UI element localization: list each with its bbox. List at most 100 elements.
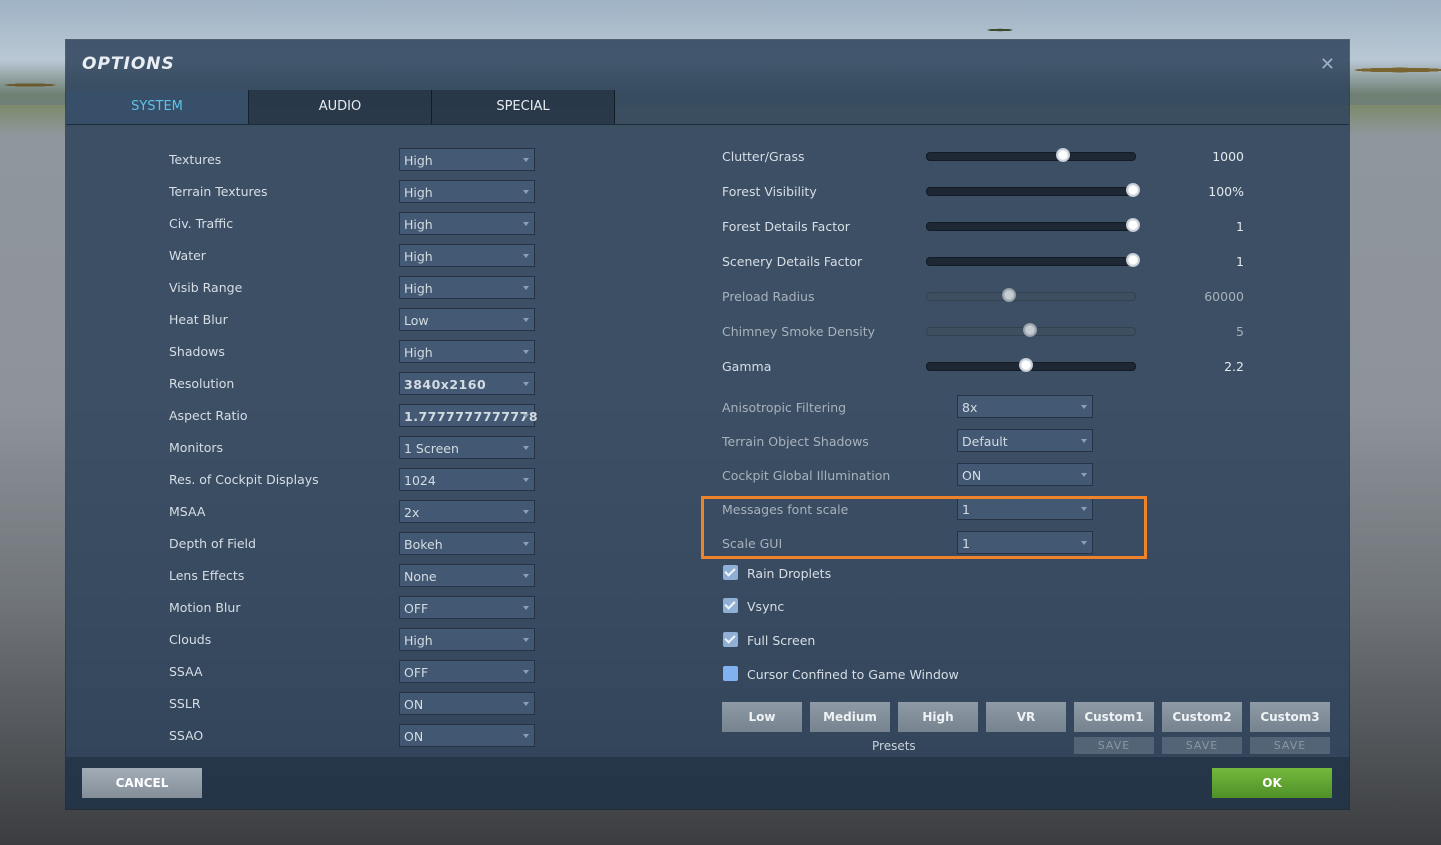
chevron-down-icon xyxy=(523,702,529,706)
setting-select-civ-traffic[interactable]: High xyxy=(399,212,535,235)
setting-label-ssao: SSAO xyxy=(169,728,204,743)
setting-select-visib-range[interactable]: High xyxy=(399,276,535,299)
slider-knob[interactable] xyxy=(1126,218,1140,232)
chevron-down-icon xyxy=(1081,439,1087,443)
setting-select-terrain-object-shadows[interactable]: Default xyxy=(957,429,1093,452)
setting-select-monitors[interactable]: 1 Screen xyxy=(399,436,535,459)
select-value: 1024 xyxy=(404,473,436,488)
chevron-down-icon xyxy=(523,190,529,194)
slider-scenery-details-factor[interactable] xyxy=(926,253,1140,267)
slider-knob[interactable] xyxy=(1056,148,1070,162)
chevron-down-icon xyxy=(523,510,529,514)
preset-low-button[interactable]: Low xyxy=(722,702,802,732)
preset-medium-button[interactable]: Medium xyxy=(810,702,890,732)
setting-select-depth-of-field[interactable]: Bokeh xyxy=(399,532,535,555)
close-icon[interactable]: ✕ xyxy=(1320,54,1335,75)
setting-label-anisotropic-filtering: Anisotropic Filtering xyxy=(722,400,847,415)
slider-preload-radius[interactable] xyxy=(926,288,1136,302)
slider-clutter-grass[interactable] xyxy=(926,148,1136,162)
setting-label-water: Water xyxy=(169,248,206,263)
save-custom3-button[interactable]: SAVE xyxy=(1250,737,1330,754)
setting-select-shadows[interactable]: High xyxy=(399,340,535,363)
save-custom2-button[interactable]: SAVE xyxy=(1162,737,1242,754)
chevron-down-icon xyxy=(523,350,529,354)
chevron-down-icon xyxy=(523,606,529,610)
setting-select-terrain-textures[interactable]: High xyxy=(399,180,535,203)
checkbox-vsync[interactable] xyxy=(723,598,738,613)
slider-gamma[interactable] xyxy=(926,358,1136,372)
setting-select-ssaa[interactable]: OFF xyxy=(399,660,535,683)
setting-select-motion-blur[interactable]: OFF xyxy=(399,596,535,619)
select-value: Bokeh xyxy=(404,537,443,552)
setting-label-cockpit-global-illumination: Cockpit Global Illumination xyxy=(722,468,891,483)
slider-label-clutter-grass: Clutter/Grass xyxy=(722,149,805,164)
select-value: High xyxy=(404,249,433,264)
checkbox-cursor-confined-to-game-window[interactable] xyxy=(723,666,738,681)
slider-chimney-smoke-density[interactable] xyxy=(926,323,1136,337)
setting-select-sslr[interactable]: ON xyxy=(399,692,535,715)
setting-select-anisotropic-filtering[interactable]: 8x xyxy=(957,395,1093,418)
preset-vr-button[interactable]: VR xyxy=(986,702,1066,732)
slider-knob[interactable] xyxy=(1002,288,1016,302)
checkbox-full-screen[interactable] xyxy=(723,632,738,647)
setting-select-ssao[interactable]: ON xyxy=(399,724,535,747)
slider-label-preload-radius: Preload Radius xyxy=(722,289,815,304)
chevron-down-icon xyxy=(523,670,529,674)
slider-label-forest-details-factor: Forest Details Factor xyxy=(722,219,850,234)
preset-high-button[interactable]: High xyxy=(898,702,978,732)
slider-knob[interactable] xyxy=(1126,183,1140,197)
select-value: OFF xyxy=(404,601,429,616)
chevron-down-icon xyxy=(523,158,529,162)
select-value: ON xyxy=(404,697,424,712)
setting-label-msaa: MSAA xyxy=(169,504,206,519)
setting-label-lens-effects: Lens Effects xyxy=(169,568,245,583)
preset-custom3-button[interactable]: Custom3 xyxy=(1250,702,1330,732)
setting-select-water[interactable]: High xyxy=(399,244,535,267)
tab-system[interactable]: SYSTEM xyxy=(66,90,249,124)
select-value: High xyxy=(404,633,433,648)
preset-custom1-button[interactable]: Custom1 xyxy=(1074,702,1154,732)
checkbox-rain-droplets[interactable] xyxy=(723,565,738,580)
preset-custom2-button[interactable]: Custom2 xyxy=(1162,702,1242,732)
chevron-down-icon xyxy=(523,254,529,258)
slider-value-preload-radius: 60000 xyxy=(1204,289,1244,304)
chevron-down-icon xyxy=(523,414,529,418)
tab-special[interactable]: SPECIAL xyxy=(432,90,615,124)
checkbox-label-vsync: Vsync xyxy=(747,599,785,614)
slider-forest-details-factor[interactable] xyxy=(926,218,1140,232)
setting-select-aspect-ratio[interactable]: 1.7777777777778 xyxy=(399,404,539,427)
select-value: High xyxy=(404,217,433,232)
slider-knob[interactable] xyxy=(1023,323,1037,337)
tab-audio[interactable]: AUDIO xyxy=(249,90,432,124)
chevron-down-icon xyxy=(523,222,529,226)
cancel-button[interactable]: CANCEL xyxy=(82,768,202,798)
save-custom1-button[interactable]: SAVE xyxy=(1074,737,1154,754)
select-value: ON xyxy=(962,468,982,483)
setting-select-lens-effects[interactable]: None xyxy=(399,564,535,587)
checkbox-label-rain-droplets: Rain Droplets xyxy=(747,566,832,581)
slider-knob[interactable] xyxy=(1126,253,1140,267)
setting-select-resolution[interactable]: 3840x2160 xyxy=(399,372,535,395)
setting-select-msaa[interactable]: 2x xyxy=(399,500,535,523)
setting-label-motion-blur: Motion Blur xyxy=(169,600,241,615)
select-value: High xyxy=(404,345,433,360)
dialog-title: OPTIONS xyxy=(82,54,175,74)
footer-bar: CANCEL OK xyxy=(66,757,1349,809)
slider-knob[interactable] xyxy=(1019,358,1033,372)
setting-select-textures[interactable]: High xyxy=(399,148,535,171)
select-value: Default xyxy=(962,434,1008,449)
slider-forest-visibility[interactable] xyxy=(926,183,1140,197)
checkbox-label-full-screen: Full Screen xyxy=(747,633,816,648)
setting-select-clouds[interactable]: High xyxy=(399,628,535,651)
setting-label-ssaa: SSAA xyxy=(169,664,203,679)
setting-select-res-of-cockpit-displays[interactable]: 1024 xyxy=(399,468,535,491)
setting-select-heat-blur[interactable]: Low xyxy=(399,308,535,331)
chevron-down-icon xyxy=(523,542,529,546)
slider-label-gamma: Gamma xyxy=(722,359,772,374)
select-value: 8x xyxy=(962,400,978,415)
setting-label-resolution: Resolution xyxy=(169,376,235,391)
setting-label-visib-range: Visib Range xyxy=(169,280,243,295)
setting-select-cockpit-global-illumination[interactable]: ON xyxy=(957,463,1093,486)
ok-button[interactable]: OK xyxy=(1212,768,1332,798)
select-value: 1.7777777777778 xyxy=(404,409,539,424)
